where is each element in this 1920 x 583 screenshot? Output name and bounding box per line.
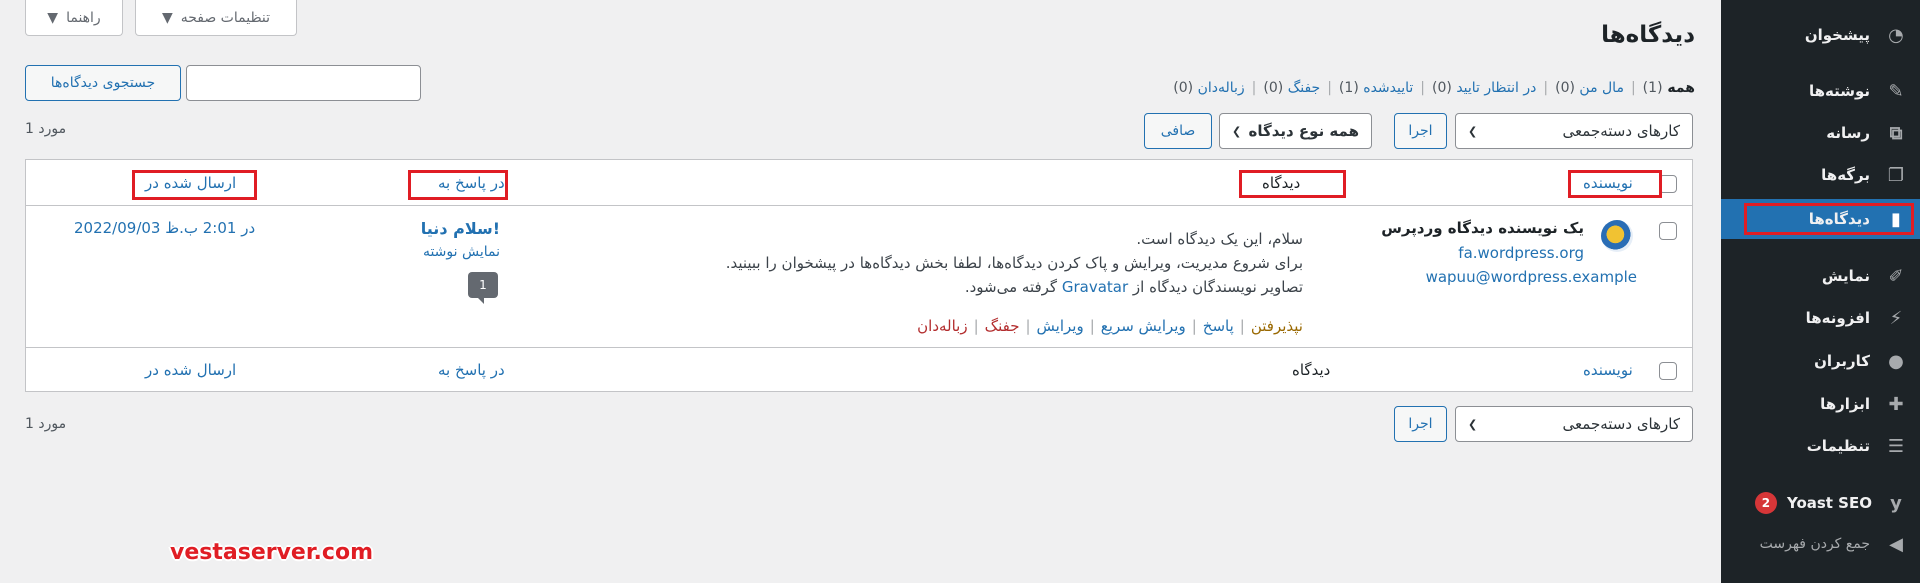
search-comments-button[interactable]: جستجوی دیدگاه‌ها [25, 65, 181, 101]
post-title-link[interactable]: سلام دنیا! [421, 219, 500, 238]
trash-link[interactable]: زباله‌دان [917, 317, 967, 335]
menu-users[interactable]: کاربران ● [1721, 341, 1920, 381]
view-post-link[interactable]: نمایش نوشته [423, 244, 500, 260]
comments-table: نویسنده دیدگاه در پاسخ به ارسال شده در ی… [25, 159, 1693, 392]
menu-yoast-seo[interactable]: 2 Yoast SEO y [1721, 483, 1920, 523]
unapprove-link[interactable]: نپذیرفتن [1251, 317, 1303, 335]
footer-response-header[interactable]: در پاسخ به [438, 361, 505, 379]
comment-count-bubble[interactable]: 1 [468, 272, 498, 304]
users-icon: ● [1888, 350, 1904, 372]
author-url-link[interactable]: fa.wordpress.org [1458, 244, 1584, 262]
quick-edit-link[interactable]: ویرایش سریع [1101, 317, 1186, 335]
bulk-actions-select-bottom[interactable]: کارهای دسته‌جمعی ❯ [1455, 406, 1693, 442]
apply-button[interactable]: اجرا [1394, 113, 1447, 149]
chevron-down-icon: ❯ [1468, 124, 1478, 138]
menu-comments[interactable]: دیدگاه‌ها ▮ [1721, 199, 1920, 239]
filter-trash[interactable]: زباله‌دان (0) [1173, 80, 1244, 96]
dashboard-icon: ◔ [1888, 24, 1904, 46]
filter-button[interactable]: صافی [1144, 113, 1212, 149]
pages-icon: ❐ [1887, 164, 1905, 186]
admin-sidebar: پیشخوان ◔ نوشته‌ها ✎ رسانه ⧉ برگه‌ها ❐ د… [1721, 0, 1920, 583]
notification-badge: 2 [1754, 492, 1777, 514]
author-name: یک نویسنده دیدگاه وردپرس [1381, 219, 1584, 237]
spam-link[interactable]: جفنگ [985, 317, 1020, 335]
chevron-down-icon: ▼ [47, 9, 59, 26]
menu-appearance[interactable]: نمایش ✐ [1721, 256, 1920, 296]
comment-line-1: سلام، این یک دیدگاه است. [1136, 230, 1303, 248]
comments-icon: ▮ [1891, 208, 1901, 230]
footer-submitted-header[interactable]: ارسال شده در [145, 361, 236, 379]
filter-spam[interactable]: جفنگ (0) [1263, 80, 1320, 96]
comment-line-2: برای شروع مدیریت، ویرایش و پاک کردن دیدگ… [725, 254, 1303, 272]
collapse-icon: ◀ [1889, 533, 1903, 555]
gravatar-link[interactable]: Gravatar [1062, 278, 1128, 296]
menu-settings[interactable]: تنظیمات ☰ [1721, 426, 1920, 466]
select-all-checkbox[interactable] [1659, 175, 1677, 193]
column-submitted-header[interactable]: ارسال شده در [145, 174, 236, 192]
menu-pages[interactable]: برگه‌ها ❐ [1721, 155, 1920, 195]
footer-comment-header: دیدگاه [1292, 361, 1331, 379]
column-response-header[interactable]: در پاسخ به [438, 174, 505, 192]
menu-dashboard[interactable]: پیشخوان ◔ [1721, 15, 1920, 55]
row-actions: نپذیرفتن|پاسخ|ویرایش سریع|ویرایش|جفنگ|زب… [917, 317, 1303, 335]
menu-posts[interactable]: نوشته‌ها ✎ [1721, 71, 1920, 111]
select-all-checkbox-footer[interactable] [1659, 362, 1677, 380]
appearance-icon: ✐ [1888, 265, 1904, 287]
column-author-header[interactable]: نویسنده [1583, 174, 1633, 192]
filter-pending[interactable]: در انتظار تایید (0) [1432, 80, 1536, 96]
author-email-link[interactable]: wapuu@wordpress.example [1426, 268, 1637, 286]
page-title: دیدگاه‌ها [1601, 22, 1695, 48]
filter-all[interactable]: همه (1) [1643, 80, 1695, 96]
chevron-down-icon: ▼ [161, 9, 173, 26]
help-button[interactable]: ▼ راهنما [25, 0, 123, 36]
author-avatar [1601, 220, 1633, 252]
plugins-icon: ⚡ [1889, 307, 1903, 329]
reply-link[interactable]: پاسخ [1203, 317, 1234, 335]
search-input[interactable] [186, 65, 421, 101]
submitted-date-link[interactable]: 2022/09/03 در 2:01 ب.ظ [74, 219, 255, 237]
chevron-down-icon: ❯ [1232, 124, 1242, 138]
yoast-icon: y [1890, 492, 1902, 514]
screen-options-button[interactable]: ▼ تنظیمات صفحه [135, 0, 297, 36]
apply-button-bottom[interactable]: اجرا [1394, 406, 1447, 442]
filter-approved[interactable]: تاییدشده (1) [1339, 80, 1413, 96]
filter-mine[interactable]: مال من (0) [1555, 80, 1624, 96]
menu-plugins[interactable]: افزونه‌ها ⚡ [1721, 298, 1920, 338]
comment-line-3: تصاویر نویسندگان دیدگاه از Gravatar گرفت… [964, 278, 1303, 296]
collapse-menu-button[interactable]: جمع کردن فهرست ◀ [1721, 524, 1920, 564]
comment-status-filters: همه (1)|مال من (0)|در انتظار تایید (0)|ت… [1173, 80, 1695, 96]
watermark: vestaserver.com [170, 540, 373, 565]
menu-media[interactable]: رسانه ⧉ [1721, 113, 1920, 153]
row-checkbox[interactable] [1659, 222, 1677, 240]
chevron-down-icon: ❯ [1468, 417, 1478, 431]
column-comment-header: دیدگاه [1262, 174, 1301, 192]
edit-link[interactable]: ویرایش [1037, 317, 1084, 335]
menu-tools[interactable]: ابزارها ✚ [1721, 384, 1920, 424]
bulk-actions-select[interactable]: کارهای دسته‌جمعی ❯ [1455, 113, 1693, 149]
items-count-bottom: 1 مورد [25, 416, 67, 432]
settings-icon: ☰ [1887, 435, 1905, 457]
footer-author-header[interactable]: نویسنده [1583, 361, 1633, 379]
pin-icon: ✎ [1888, 80, 1904, 102]
tools-icon: ✚ [1888, 393, 1904, 415]
media-icon: ⧉ [1889, 122, 1903, 144]
comment-type-select[interactable]: همه نوع دیدگاه ❯ [1219, 113, 1372, 149]
items-count: 1 مورد [25, 121, 67, 137]
